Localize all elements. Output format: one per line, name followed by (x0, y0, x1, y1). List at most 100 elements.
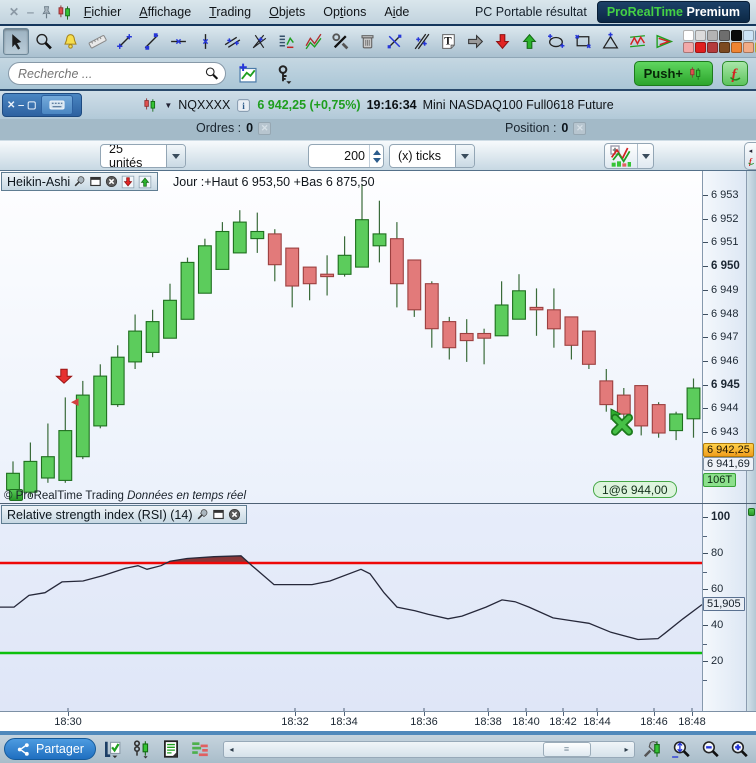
zoom-out-button[interactable] (697, 736, 723, 762)
interval-spinner[interactable]: 200 (308, 144, 384, 168)
push-button[interactable]: Push+ (633, 61, 713, 86)
color-swatch[interactable] (731, 42, 742, 53)
menu-objets[interactable]: Objets (260, 3, 314, 21)
time-axis[interactable]: 18:30 18:32 18:34 18:36 18:38 18:40 18:42 18:44… (0, 711, 756, 731)
buy-arrow-icon[interactable] (138, 175, 152, 189)
scroll-right-button[interactable]: ▸ (619, 742, 634, 757)
window-icon[interactable] (89, 175, 102, 188)
key-user-icon[interactable] (270, 61, 296, 87)
tool-parallel-lines[interactable] (219, 28, 245, 55)
keyboard-button[interactable] (41, 95, 74, 115)
interval-value[interactable]: 200 (309, 149, 369, 163)
main-chart-canvas[interactable] (0, 171, 702, 503)
tool-bell[interactable] (57, 28, 83, 55)
zoom-in-button[interactable] (726, 736, 752, 762)
tool-ellipse-tool[interactable] (543, 28, 569, 55)
sell-arrow-icon[interactable] (121, 175, 135, 189)
interval-stepper[interactable] (369, 145, 383, 167)
zoom-fit-button[interactable] (668, 736, 694, 762)
tool-trendline[interactable] (138, 28, 164, 55)
add-chart-icon[interactable] (235, 61, 261, 87)
chart-type-dropdown-icon[interactable] (637, 144, 653, 168)
rsi-close-circle-icon[interactable] (228, 508, 241, 521)
scroll-left-button[interactable]: ◂ (224, 742, 239, 757)
rsi-chart-canvas[interactable] (0, 504, 703, 712)
main-panel-tab[interactable]: Heikin-Ashi (1, 172, 159, 191)
side-panel-toggle[interactable]: ◂ f (744, 142, 756, 170)
menu-fichier[interactable]: Fichier (75, 3, 131, 21)
symbol-label[interactable]: NQXXXX (178, 98, 230, 112)
tool-text-tool[interactable]: T (435, 28, 461, 55)
chart-hscrollbar[interactable]: ◂ ≡ ▸ (222, 740, 635, 758)
color-swatch[interactable] (695, 30, 706, 41)
panel-minimize-icon[interactable]: ‒ (18, 100, 24, 111)
price-axis[interactable]: 6 953 6 952 6 951 6 950 6 949 6 948 6 947 6 946… (702, 171, 754, 503)
share-button[interactable]: Partager (4, 738, 96, 760)
tool-arrow-right[interactable] (462, 28, 488, 55)
tool-arrow-up[interactable] (516, 28, 542, 55)
orders-clear-button[interactable]: ✕ (258, 121, 272, 135)
instrument-dropdown-icon[interactable]: ▼ (164, 101, 172, 110)
chart-type-button[interactable] (604, 143, 654, 169)
tool-zigzag-pattern[interactable] (624, 28, 650, 55)
menu-affichage[interactable]: Affichage (130, 3, 200, 21)
tool-fan-lines[interactable] (246, 28, 272, 55)
menu-options[interactable]: Options (314, 3, 375, 21)
color-swatch[interactable] (695, 42, 706, 53)
panel-maximize-icon[interactable]: ▢ (27, 100, 36, 111)
pin-icon[interactable] (39, 5, 54, 20)
tool-hline[interactable] (165, 28, 191, 55)
minimize-icon[interactable]: ‒ (24, 5, 37, 19)
wrench-candle-button[interactable] (639, 736, 665, 762)
tool-triangle-tool[interactable] (597, 28, 623, 55)
tool-pointer[interactable] (3, 28, 29, 55)
tool-trash[interactable] (354, 28, 380, 55)
tool-tools[interactable] (327, 28, 353, 55)
panel-check-button[interactable] (100, 736, 126, 762)
color-swatch[interactable] (743, 42, 754, 53)
tool-vline[interactable] (192, 28, 218, 55)
key-candle-button[interactable] (129, 736, 155, 762)
rsi-panel-tab[interactable]: Relative strength index (RSI) (14) (1, 505, 247, 524)
tool-cross-tool[interactable] (381, 28, 407, 55)
wrench-icon[interactable] (73, 175, 86, 188)
info-icon[interactable]: i (236, 98, 251, 113)
search-input[interactable] (18, 66, 204, 81)
order-book-button[interactable] (187, 736, 213, 762)
tool-crossed-lines[interactable] (408, 28, 434, 55)
menu-trading[interactable]: Trading (200, 3, 260, 21)
interval-unit-dropdown-icon[interactable] (455, 145, 474, 167)
color-swatch[interactable] (743, 30, 754, 41)
tool-ruler[interactable] (84, 28, 110, 55)
menu-aide[interactable]: Aide (375, 3, 418, 21)
color-swatch[interactable] (683, 42, 694, 53)
tool-rect-tool[interactable] (570, 28, 596, 55)
tool-magnifier[interactable] (30, 28, 56, 55)
tool-arrow-down[interactable] (489, 28, 515, 55)
color-swatch[interactable] (683, 30, 694, 41)
color-swatch[interactable] (707, 42, 718, 53)
rsi-wrench-icon[interactable] (196, 508, 209, 521)
search-box[interactable] (8, 62, 226, 85)
color-swatch[interactable] (707, 30, 718, 41)
panel-close-icon[interactable]: ✕ (7, 100, 15, 111)
position-clear-button[interactable]: ✕ (573, 121, 587, 135)
rsi-axis[interactable]: 100 80 60 40 20 51,905 (702, 504, 746, 712)
units-dropdown-icon[interactable] (166, 145, 185, 167)
tool-segment[interactable] (111, 28, 137, 55)
scroll-thumb[interactable]: ≡ (543, 741, 591, 757)
color-swatch[interactable] (731, 30, 742, 41)
rsi-window-icon[interactable] (212, 508, 225, 521)
units-select[interactable]: 25 unités (100, 144, 186, 168)
tool-zigzag-analysis[interactable] (300, 28, 326, 55)
color-swatch[interactable] (719, 42, 730, 53)
doc-list-button[interactable] (158, 736, 184, 762)
scroll-track[interactable]: ≡ (239, 741, 619, 757)
close-circle-icon[interactable] (105, 175, 118, 188)
interval-unit-select[interactable]: (x) ticks (389, 144, 475, 168)
color-swatch[interactable] (719, 30, 730, 41)
function-button[interactable]: f (722, 61, 748, 86)
close-icon[interactable]: ✕ (6, 5, 22, 19)
tool-quote-levels[interactable] (273, 28, 299, 55)
tool-triangle-pattern[interactable] (651, 28, 677, 55)
